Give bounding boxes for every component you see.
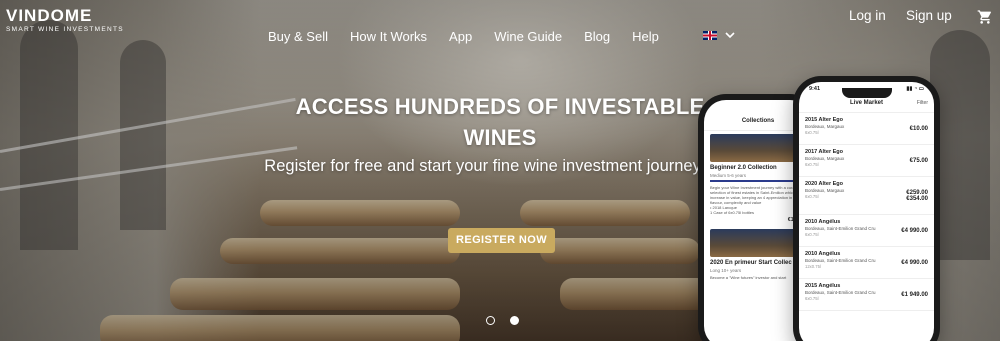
login-link[interactable]: Log in (849, 8, 886, 23)
wine-region: Bordeaux, Saint-Emilion Grand Cru (805, 258, 876, 263)
chevron-down-icon (725, 32, 735, 39)
collection-name: Beginner 2.0 Collection (710, 165, 777, 171)
hero-headline: ACCESS HUNDREDS OF INVESTABLE WINES (295, 94, 705, 150)
signal-icon: ▮▮ ◔ ▭ (906, 86, 924, 92)
collection-price: €170.00 (710, 217, 806, 223)
wine-region: Bordeaux, Saint-Emilion Grand Cru (805, 226, 876, 231)
wine-listing[interactable]: 2020 Alter Ego Bordeaux, Margaux 6x0.75l… (799, 177, 934, 215)
wine-price: €4 990.00 (901, 259, 928, 266)
collection-description: Become a "Wine futures" investor and sta… (710, 275, 787, 280)
wine-region: Bordeaux, Saint-Emilion Grand Cru (805, 290, 876, 295)
brand-logo[interactable]: VINDOME SMART WINE INVESTMENTS (6, 7, 124, 34)
carousel-dots (486, 316, 519, 325)
wine-region: Bordeaux, Margaux (805, 124, 845, 129)
live-market-title: Live Market Filter (799, 96, 934, 113)
wine-listing[interactable]: 2015 Alter Ego Bordeaux, Margaux 6x0.75l… (799, 113, 934, 145)
collection-description: Begin your Wine Investment journey with … (710, 185, 802, 205)
collection-image (710, 134, 806, 162)
wine-size: 6x0.75l (805, 162, 819, 167)
nav-item-blog[interactable]: Blog (584, 29, 610, 44)
language-selector[interactable] (703, 31, 735, 40)
signup-link[interactable]: Sign up (906, 8, 952, 23)
site-header: VINDOME SMART WINE INVESTMENTS Buy & Sel… (0, 0, 1000, 70)
wine-region: Bordeaux, Margaux (805, 156, 845, 161)
hero-subheadline: Register for free and start your fine wi… (264, 157, 736, 175)
collection-name: 2020 En primeur Start Collec (710, 260, 792, 266)
wine-size: 6x0.75l (805, 194, 819, 199)
brand-name: VINDOME (6, 6, 93, 25)
main-nav: Buy & Sell How It Works App Wine Guide B… (268, 29, 681, 44)
wine-name: 2015 Angélus (805, 283, 841, 289)
nav-item-app[interactable]: App (449, 29, 472, 44)
wine-size: 6x0.75l (805, 296, 819, 301)
wine-region: Bordeaux, Margaux (805, 188, 845, 193)
filter-button[interactable]: Filter (917, 100, 928, 106)
wine-size: 6x0.75l (805, 130, 819, 135)
nav-item-help[interactable]: Help (632, 29, 659, 44)
wine-price: €1 949.00 (901, 291, 928, 298)
nav-item-buy-sell[interactable]: Buy & Sell (268, 29, 328, 44)
wine-name: 2015 Alter Ego (805, 117, 844, 123)
carousel-dot-1[interactable] (486, 316, 495, 325)
wine-name: 2020 Alter Ego (805, 181, 844, 187)
wine-listing[interactable]: 2015 Angélus Bordeaux, Saint-Emilion Gra… (799, 279, 934, 311)
wine-size: 12x0.75l (805, 264, 821, 269)
wine-price-secondary: €354.00 (906, 195, 928, 202)
wine-listing[interactable]: 2010 Angélus Bordeaux, Saint-Emilion Gra… (799, 215, 934, 247)
wine-listing[interactable]: 2017 Alter Ego Bordeaux, Margaux 6x0.75l… (799, 145, 934, 177)
carousel-dot-2[interactable] (510, 316, 519, 325)
nav-item-wine-guide[interactable]: Wine Guide (494, 29, 562, 44)
collection-meta: Medium 5-6 years (710, 173, 747, 178)
collection-meta: Long 10+ years (710, 268, 742, 273)
nav-item-how-it-works[interactable]: How It Works (350, 29, 427, 44)
phone-live-market: 9:41 ▮▮ ◔ ▭ Live Market Filter 2015 Alte… (793, 76, 940, 341)
brand-tagline: SMART WINE INVESTMENTS (6, 26, 124, 33)
live-market-title-text: Live Market (849, 100, 883, 106)
collection-item: 1 Case of 6x0.75l bottles (710, 210, 755, 215)
wine-name: 2010 Angélus (805, 251, 841, 257)
collection-image (710, 229, 806, 257)
wine-price: €10.00 (909, 125, 928, 132)
wine-price: €75.00 (909, 157, 928, 164)
register-now-button[interactable]: REGISTER NOW (448, 228, 555, 253)
wine-price: €4 990.00 (901, 227, 928, 234)
wine-size: 6x0.75l (805, 232, 819, 237)
wine-name: 2017 Alter Ego (805, 149, 844, 155)
wine-listing[interactable]: 2010 Angélus Bordeaux, Saint-Emilion Gra… (799, 247, 934, 279)
cart-icon[interactable] (977, 9, 993, 25)
collection-bar (710, 180, 806, 182)
phone-time: 9:41 (809, 86, 821, 92)
uk-flag-icon (703, 31, 717, 40)
phone-live-market-screen: 9:41 ▮▮ ◔ ▭ Live Market Filter 2015 Alte… (799, 82, 934, 341)
wine-name: 2010 Angélus (805, 219, 841, 225)
